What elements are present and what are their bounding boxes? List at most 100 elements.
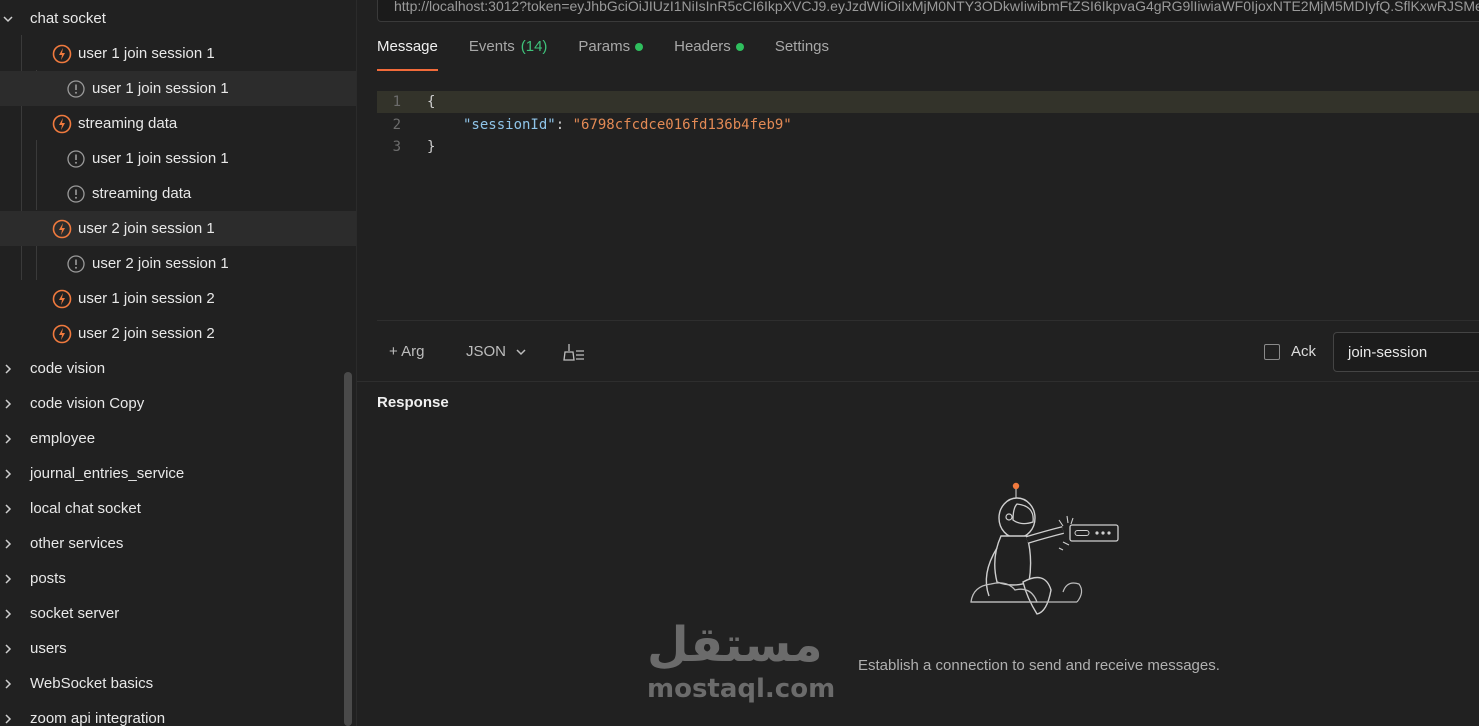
folder-item[interactable]: socket server bbox=[0, 596, 343, 631]
folder-item[interactable]: local chat socket bbox=[0, 491, 343, 526]
socket-event-icon bbox=[52, 219, 72, 238]
tab-label: Headers bbox=[674, 38, 731, 55]
url-text: http://localhost:3012?token=eyJhbGciOiJI… bbox=[394, 0, 1479, 14]
message-editor[interactable]: 1 { 2 "sessionId": "6798cfcdce016fd136b4… bbox=[377, 91, 1479, 321]
request-tabs: Message Events (14) Params Headers Settin… bbox=[377, 38, 860, 71]
socket-event-icon bbox=[52, 289, 72, 308]
message-item[interactable]: streaming data bbox=[0, 176, 356, 211]
message-item-label: user 2 join session 1 bbox=[92, 255, 229, 272]
event-item[interactable]: user 1 join session 2 bbox=[0, 281, 356, 316]
tab-events[interactable]: Events (14) bbox=[469, 38, 548, 71]
collections-sidebar: chat socket user 1 join session 1 user 1… bbox=[0, 0, 357, 726]
tab-label: Params bbox=[578, 38, 631, 55]
message-alert-icon bbox=[67, 79, 85, 98]
beautify-icon[interactable] bbox=[563, 342, 585, 362]
code-brace: } bbox=[427, 139, 436, 155]
folder-chat-socket[interactable]: chat socket bbox=[0, 1, 343, 36]
url-input[interactable]: http://localhost:3012?token=eyJhbGciOiJI… bbox=[377, 0, 1479, 22]
json-value: "6798cfcdce016fd136b4feb9" bbox=[572, 117, 792, 133]
folder-item[interactable]: posts bbox=[0, 561, 343, 596]
event-item-label: user 1 join session 2 bbox=[78, 290, 215, 307]
event-item-label: streaming data bbox=[78, 115, 178, 132]
chevron-right-icon bbox=[5, 363, 12, 374]
socket-event-icon bbox=[52, 114, 72, 133]
folder-item[interactable]: code vision Copy bbox=[0, 386, 343, 421]
tab-message[interactable]: Message bbox=[377, 38, 438, 71]
astronaut-illustration bbox=[970, 482, 1119, 615]
line-number: 2 bbox=[392, 117, 401, 133]
request-panel: http://localhost:3012?token=eyJhbGciOiJI… bbox=[357, 0, 1479, 726]
ack-label: Ack bbox=[1291, 343, 1317, 360]
folder-label: code vision bbox=[30, 360, 106, 377]
folder-item[interactable]: journal_entries_service bbox=[0, 456, 343, 491]
folder-label: other services bbox=[30, 535, 124, 552]
watermark-latin: mostaql.com bbox=[647, 674, 836, 704]
tab-params[interactable]: Params bbox=[578, 38, 644, 71]
event-item[interactable]: user 2 join session 1 bbox=[0, 211, 356, 246]
message-toolbar: + Arg JSON Ack join-session bbox=[377, 330, 1479, 374]
status-dot-icon bbox=[635, 43, 644, 51]
chevron-down-icon bbox=[516, 348, 526, 355]
editor-line: 2 "sessionId": "6798cfcdce016fd136b4feb9… bbox=[377, 114, 1479, 136]
tab-headers[interactable]: Headers bbox=[674, 38, 744, 71]
folder-item[interactable]: other services bbox=[0, 526, 343, 561]
ack-checkbox[interactable] bbox=[1264, 344, 1280, 360]
tab-label: Message bbox=[377, 38, 438, 55]
divider bbox=[357, 381, 1479, 382]
chevron-right-icon bbox=[5, 398, 12, 409]
watermark-arabic: مستقل bbox=[647, 617, 823, 673]
json-key: "sessionId" bbox=[463, 117, 556, 133]
message-item[interactable]: user 1 join session 1 bbox=[0, 71, 356, 106]
message-item[interactable]: user 1 join session 1 bbox=[0, 141, 356, 176]
line-number: 1 bbox=[392, 94, 401, 110]
socket-event-icon bbox=[52, 44, 72, 63]
folder-item[interactable]: zoom api integration bbox=[0, 701, 343, 726]
message-item[interactable]: user 2 join session 1 bbox=[0, 246, 356, 281]
chevron-right-icon bbox=[5, 538, 12, 549]
chevron-down-icon bbox=[3, 15, 13, 22]
event-item-label: user 2 join session 2 bbox=[78, 325, 215, 342]
folder-label: socket server bbox=[30, 605, 120, 622]
event-item[interactable]: streaming data bbox=[0, 106, 356, 141]
format-dropdown[interactable]: JSON bbox=[466, 343, 527, 360]
folder-label: journal_entries_service bbox=[30, 465, 185, 482]
socket-event-icon bbox=[52, 324, 72, 343]
folder-label: zoom api integration bbox=[30, 710, 166, 726]
folder-label: employee bbox=[30, 430, 96, 447]
event-item[interactable]: user 1 join session 1 bbox=[0, 36, 356, 71]
editor-line: 1 { bbox=[377, 91, 1479, 113]
event-item[interactable]: user 2 join session 2 bbox=[0, 316, 356, 351]
add-arg-button[interactable]: + Arg bbox=[389, 343, 424, 360]
code-content: "sessionId": "6798cfcdce016fd136b4feb9" bbox=[463, 117, 792, 133]
event-name-value: join-session bbox=[1348, 344, 1428, 361]
folder-item[interactable]: users bbox=[0, 631, 343, 666]
empty-response-message: Establish a connection to send and recei… bbox=[858, 657, 1220, 674]
chevron-right-icon bbox=[5, 713, 12, 724]
tab-label: Events bbox=[468, 38, 515, 55]
line-number: 3 bbox=[392, 139, 401, 155]
message-alert-icon bbox=[67, 149, 85, 168]
code-brace: { bbox=[427, 94, 436, 110]
sidebar-scrollbar[interactable] bbox=[344, 372, 352, 726]
event-item-label: user 2 join session 1 bbox=[78, 220, 215, 237]
tab-settings[interactable]: Settings bbox=[775, 38, 829, 71]
message-item-label: user 1 join session 1 bbox=[92, 80, 229, 97]
divider bbox=[377, 320, 1479, 321]
chevron-right-icon bbox=[5, 608, 12, 619]
chevron-right-icon bbox=[5, 503, 12, 514]
folder-label: users bbox=[30, 640, 67, 657]
event-name-input[interactable]: join-session bbox=[1333, 332, 1479, 372]
folder-item[interactable]: code vision bbox=[0, 351, 343, 386]
folder-label: local chat socket bbox=[30, 500, 141, 517]
folder-label: chat socket bbox=[30, 10, 106, 27]
folder-item[interactable]: WebSocket basics bbox=[0, 666, 343, 701]
folder-item[interactable]: employee bbox=[0, 421, 343, 456]
message-alert-icon bbox=[67, 184, 85, 203]
status-dot-icon bbox=[735, 43, 744, 51]
response-title: Response bbox=[377, 394, 449, 411]
json-colon: : bbox=[555, 117, 573, 133]
message-item-label: streaming data bbox=[92, 185, 192, 202]
chevron-right-icon bbox=[5, 678, 12, 689]
editor-line: 3 } bbox=[377, 136, 1479, 158]
folder-label: WebSocket basics bbox=[30, 675, 154, 692]
